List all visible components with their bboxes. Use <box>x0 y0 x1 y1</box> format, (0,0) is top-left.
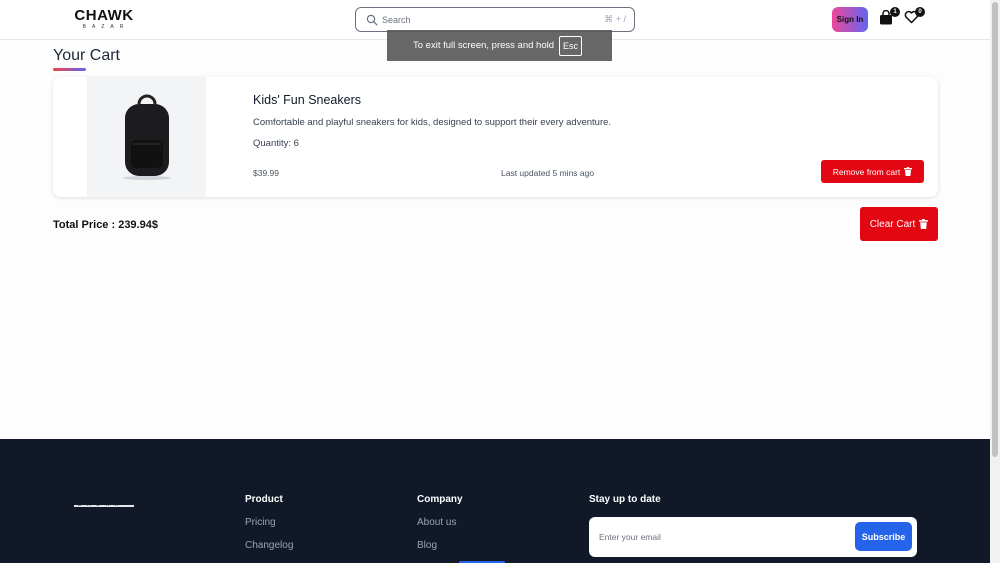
footer-link-about[interactable]: About us <box>417 517 456 528</box>
product-price: $39.99 <box>253 168 279 178</box>
remove-from-cart-label: Remove from cart <box>832 166 901 177</box>
backpack-image <box>122 94 171 180</box>
search-icon <box>366 14 378 26</box>
site-logo[interactable]: CHAWK BAZAR <box>74 7 134 30</box>
subscribe-button[interactable]: Subscribe <box>855 522 912 551</box>
footer-link-changelog[interactable]: Changelog <box>245 540 293 551</box>
remove-from-cart-button[interactable]: Remove from cart <box>821 160 924 183</box>
fullscreen-exit-toast: To exit full screen, press and hold Esc <box>387 30 612 61</box>
footer-link-blog[interactable]: Blog <box>417 540 437 551</box>
footer-logo[interactable]: BAZAR <box>74 502 134 510</box>
product-name[interactable]: Kids' Fun Sneakers <box>253 93 361 107</box>
email-input[interactable] <box>599 528 839 546</box>
total-price: Total Price : 239.94$ <box>53 219 158 231</box>
cart-item-card: Kids' Fun Sneakers Comfortable and playf… <box>53 77 938 197</box>
title-underline <box>53 68 86 71</box>
logo-sub-text: BAZAR <box>82 24 130 30</box>
logo-main-text: CHAWK <box>74 7 134 24</box>
newsletter-form: Subscribe <box>589 517 917 557</box>
search-box[interactable]: ⌘ + / <box>355 7 635 32</box>
trash-icon <box>919 219 929 229</box>
fullscreen-toast-text: To exit full screen, press and hold <box>413 40 554 51</box>
footer-product-heading: Product <box>245 494 283 505</box>
wishlist-button[interactable]: 0 <box>904 7 925 26</box>
product-description: Comfortable and playful sneakers for kid… <box>253 117 612 128</box>
sign-in-button[interactable]: Sign In <box>832 7 868 32</box>
wishlist-count-badge: 0 <box>915 7 925 17</box>
trash-icon <box>904 167 913 176</box>
cart-count-badge: 1 <box>890 7 900 17</box>
scrollbar-thumb[interactable] <box>992 2 998 457</box>
page-title: Your Cart <box>53 47 120 64</box>
page-scrollbar[interactable] <box>990 0 1000 563</box>
clear-cart-label: Clear Cart <box>869 218 916 230</box>
footer-link-pricing[interactable]: Pricing <box>245 517 276 528</box>
search-shortcut-hint: ⌘ + / <box>604 14 626 24</box>
search-input[interactable] <box>382 11 582 29</box>
product-updated-time: Last updated 5 mins ago <box>501 168 595 178</box>
site-footer: BAZAR Product Pricing Changelog Company … <box>0 439 990 563</box>
footer-company-heading: Company <box>417 494 463 505</box>
footer-logo-text: BAZAR <box>78 502 125 508</box>
cart-button[interactable]: 1 <box>879 7 900 26</box>
fullscreen-toast-key: Esc <box>559 35 583 56</box>
product-image <box>87 77 206 197</box>
footer-newsletter-heading: Stay up to date <box>589 494 661 505</box>
product-quantity: Quantity: 6 <box>253 138 299 149</box>
clear-cart-button[interactable]: Clear Cart <box>860 207 938 241</box>
